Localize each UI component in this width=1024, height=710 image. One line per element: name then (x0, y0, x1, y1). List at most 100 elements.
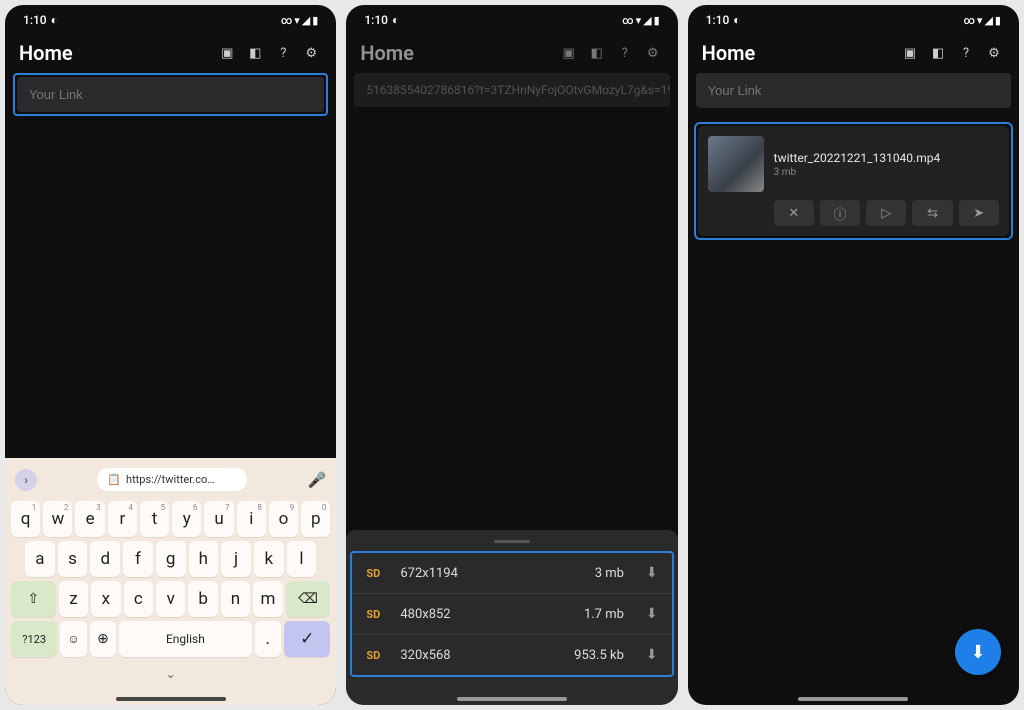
repeat-button[interactable]: ⇆ (912, 200, 952, 226)
shift-key[interactable]: ⇧ (11, 581, 56, 617)
content-area: SD672x11943 mb⬇SD 480x852 1.7 mb ⬇SD 320x568… (346, 115, 677, 705)
phone-screen-2: 1:10 ◐ ∞ ▾ ◢ ▮ Home ▣ ◧ ? ⚙ 516385540278… (346, 5, 677, 705)
video-thumbnail[interactable] (708, 136, 764, 192)
file-size-label: 3 mb (595, 566, 624, 581)
key-u[interactable]: u7 (204, 501, 233, 537)
link-input[interactable] (696, 73, 1011, 108)
key-g[interactable]: g (156, 541, 186, 577)
key-r[interactable]: r4 (108, 501, 137, 537)
resolution-label: 320x568 (400, 648, 562, 663)
key-j[interactable]: j (221, 541, 251, 577)
status-time: 1:10 (364, 13, 388, 27)
bookmark-icon[interactable]: ◧ (586, 42, 608, 64)
help-icon[interactable]: ? (614, 42, 636, 64)
key-e[interactable]: e3 (75, 501, 104, 537)
gear-icon[interactable]: ⚙ (983, 42, 1005, 64)
key-v[interactable]: v (156, 581, 185, 617)
help-icon[interactable]: ? (272, 42, 294, 64)
home-indicator[interactable] (116, 697, 226, 701)
key-h[interactable]: h (189, 541, 219, 577)
link-input[interactable]: 5163855402786816?t=3TZHnNyFojOOtvGMozyL7… (354, 73, 669, 107)
keyboard-collapse-icon[interactable]: ⌄ (166, 667, 176, 681)
download-icon: ⬇ (646, 647, 658, 663)
status-bar: 1:10 ◐ ∞ ▾ ◢ ▮ (5, 5, 336, 31)
app-header: Home ▣ ◧ ? ⚙ (5, 31, 336, 73)
resolution-label: 480x852 (400, 607, 572, 622)
status-time: 1:10 (706, 13, 730, 27)
info-button[interactable]: ⓘ (820, 200, 860, 226)
play-button[interactable]: ▷ (866, 200, 906, 226)
bookmark-icon[interactable]: ◧ (244, 42, 266, 64)
status-app-icon: ◐ (733, 13, 740, 27)
key-l[interactable]: l (287, 541, 317, 577)
gear-icon[interactable]: ⚙ (642, 42, 664, 64)
backspace-key[interactable]: ⌫ (286, 581, 331, 617)
download-size: 3 mb (774, 167, 941, 178)
gear-icon[interactable]: ⚙ (300, 42, 322, 64)
content-area: twitter_20221221_131040.mp4 3 mb ✕ ⓘ ▷ ⇆… (688, 116, 1019, 705)
share-button[interactable]: ➤ (959, 200, 999, 226)
key-f[interactable]: f (123, 541, 153, 577)
download-icon: ⬇ (646, 606, 658, 622)
key-c[interactable]: c (124, 581, 153, 617)
download-sheet: SD672x11943 mb⬇SD 480x852 1.7 mb ⬇SD 320x568… (346, 530, 677, 705)
globe-key[interactable]: ⊕ (90, 621, 116, 657)
status-bar: 1:10 ◐ ∞ ▾ ◢ ▮ (688, 5, 1019, 31)
key-q[interactable]: q1 (11, 501, 40, 537)
status-icons: ∞ ▾ ◢ ▮ (622, 14, 660, 27)
keyboard-expand-icon[interactable]: › (15, 469, 37, 491)
key-d[interactable]: d (90, 541, 120, 577)
key-p[interactable]: p0 (301, 501, 330, 537)
download-option[interactable]: SD320x568953.5 kb⬇ (352, 634, 671, 675)
mic-icon[interactable]: 🎤 (308, 471, 327, 489)
status-icons: ∞ ▾ ◢ ▮ (963, 14, 1001, 27)
app-header: Home ▣ ◧ ? ⚙ (346, 31, 677, 73)
phone-screen-3: 1:10 ◐ ∞ ▾ ◢ ▮ Home ▣ ◧ ? ⚙ twitter_202 (688, 5, 1019, 705)
enter-key[interactable]: ✓ (284, 621, 330, 657)
key-s[interactable]: s (58, 541, 88, 577)
page-title: Home (702, 41, 756, 65)
link-input[interactable] (17, 77, 324, 112)
key-x[interactable]: x (91, 581, 120, 617)
home-indicator[interactable] (457, 697, 567, 701)
page-title: Home (19, 41, 73, 65)
quality-badge: SD (366, 608, 388, 621)
key-w[interactable]: w2 (43, 501, 72, 537)
status-app-icon: ◐ (51, 13, 58, 27)
symbols-key[interactable]: ?123 (11, 621, 57, 657)
download-option[interactable]: SD 480x852 1.7 mb ⬇ (352, 593, 671, 634)
library-icon[interactable]: ▣ (216, 42, 238, 64)
paste-icon: 📋 (107, 473, 121, 486)
sheet-handle[interactable] (494, 540, 530, 543)
key-a[interactable]: a (25, 541, 55, 577)
home-indicator[interactable] (798, 697, 908, 701)
keyboard: › 📋 https://twitter.co… 🎤 q1w2e3r4t5y6u7… (5, 458, 336, 705)
file-size-label: 1.7 mb (584, 607, 624, 622)
key-y[interactable]: y6 (172, 501, 201, 537)
download-fab[interactable]: ⬇ (955, 629, 1001, 675)
page-title: Home (360, 41, 414, 65)
file-size-label: 953.5 kb (574, 648, 624, 663)
delete-button[interactable]: ✕ (774, 200, 814, 226)
period-key[interactable]: . (255, 621, 281, 657)
phone-screen-1: 1:10 ◐ ∞ ▾ ◢ ▮ Home ▣ ◧ ? ⚙ › 📋 https://… (5, 5, 336, 705)
key-k[interactable]: k (254, 541, 284, 577)
download-filename: twitter_20221221_131040.mp4 (774, 151, 941, 165)
key-m[interactable]: m (253, 581, 282, 617)
status-bar: 1:10 ◐ ∞ ▾ ◢ ▮ (346, 5, 677, 31)
emoji-key[interactable]: ☺ (60, 621, 86, 657)
key-z[interactable]: z (59, 581, 88, 617)
space-key[interactable]: English (119, 621, 251, 657)
download-option[interactable]: SD672x11943 mb⬇ (352, 553, 671, 593)
library-icon[interactable]: ▣ (558, 42, 580, 64)
status-app-icon: ◐ (392, 13, 399, 27)
key-b[interactable]: b (188, 581, 217, 617)
key-o[interactable]: o9 (269, 501, 298, 537)
help-icon[interactable]: ? (955, 42, 977, 64)
key-i[interactable]: i8 (237, 501, 266, 537)
key-n[interactable]: n (221, 581, 250, 617)
keyboard-suggestion[interactable]: 📋 https://twitter.co… (97, 468, 247, 491)
library-icon[interactable]: ▣ (899, 42, 921, 64)
key-t[interactable]: t5 (140, 501, 169, 537)
bookmark-icon[interactable]: ◧ (927, 42, 949, 64)
